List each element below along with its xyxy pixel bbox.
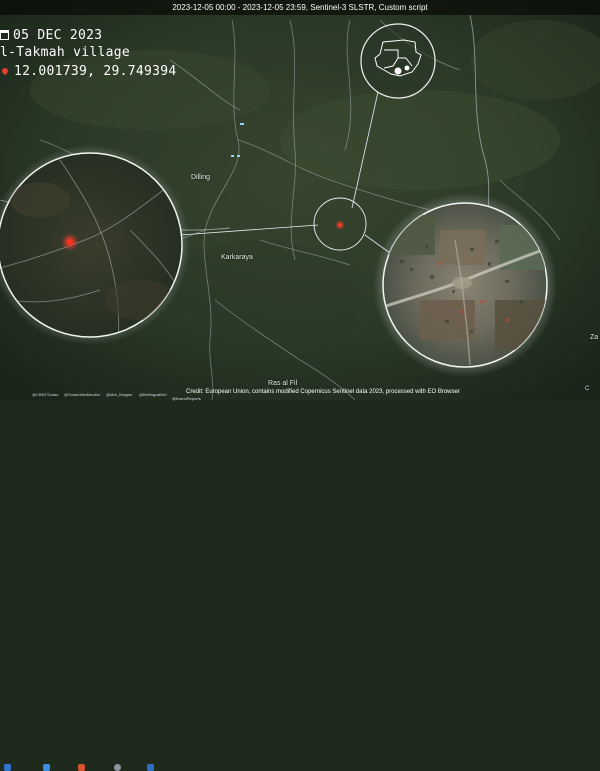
social-handle: @CBNTSudan — [32, 392, 59, 397]
coordinates-label: 12.001739, 29.749394 — [0, 64, 177, 79]
imagery-caption: 2023-12-05 00:00 - 2023-12-05 23:59, Sen… — [0, 0, 600, 15]
inset-map-circle — [360, 23, 436, 99]
date-text: 05 DEC 2023 — [13, 28, 103, 43]
calendar-icon — [0, 30, 9, 40]
copernicus-logo: C — [585, 386, 590, 392]
place-label-edge: Za — [590, 334, 599, 341]
coordinates-text: 12.001739, 29.749394 — [14, 64, 177, 79]
place-label-dilling: Dilling — [191, 174, 211, 181]
water-feature — [240, 123, 244, 125]
water-feature — [231, 155, 234, 157]
fire-hotspot-icon — [338, 223, 342, 227]
logo-icon — [78, 764, 85, 771]
social-handle: @Mar_Mapper — [106, 392, 133, 397]
water-feature — [237, 155, 240, 157]
twitter-icon — [4, 764, 11, 771]
satellite-map — [0, 0, 600, 400]
place-label-karkaraya: Karkaraya — [221, 254, 253, 261]
social-handle: @BrandReports — [172, 396, 201, 401]
map-pin-icon — [0, 66, 10, 76]
date-label: 05 DEC 2023 — [0, 28, 102, 43]
data-credit: Credit: European Union, contains modifie… — [186, 389, 460, 395]
social-handle: @BellingcatNet — [139, 392, 167, 397]
logo-icon — [114, 764, 121, 771]
logo-icon — [147, 764, 154, 771]
social-handle: @SudanWarMonitor — [64, 392, 101, 397]
location-label: l-Takmah village — [0, 45, 131, 60]
twitter-icon — [43, 764, 50, 771]
